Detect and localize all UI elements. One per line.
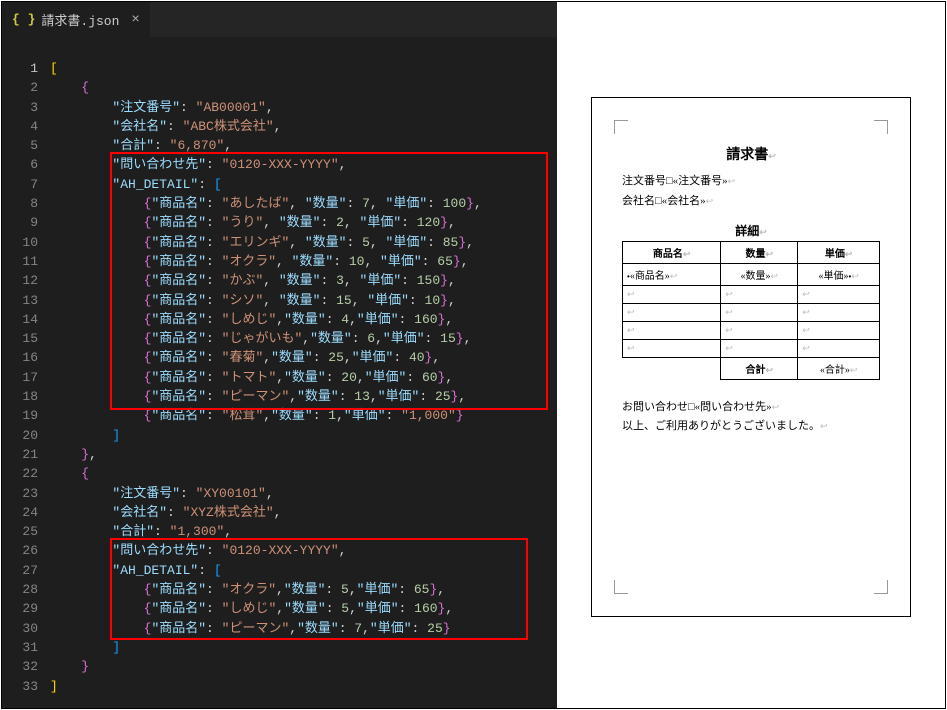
crop-mark [874,580,888,594]
code-editor[interactable]: 1 23 45 67 89 1011 1213 1415 1617 1819 2… [2,37,557,708]
tab-filename: 請求書.json [41,10,119,29]
json-icon: { } [12,12,35,27]
line-gutter: 1 23 45 67 89 1011 1213 1415 1617 1819 2… [2,37,50,708]
editor-pane: { } 請求書.json × 1 23 45 67 89 1011 1213 1… [2,2,557,708]
document-preview: 請求書↩ 注文番号□«注文番号»↩ 会社名□«会社名»↩ 詳細↩ 商品名↩数量↩… [591,97,911,617]
doc-detail-heading: 詳細↩ [622,222,880,239]
doc-company-line: 会社名□«会社名»↩ [622,192,880,208]
doc-table: 商品名↩数量↩単価↩ •«商品名»↩«数量»↩«単価»•↩ ↩↩↩ ↩↩↩ ↩↩… [622,241,880,380]
highlight-box-1 [110,152,548,410]
file-tab[interactable]: { } 請求書.json × [2,2,150,37]
doc-title: 請求書↩ [622,144,880,164]
doc-contact-line: お問い合わせ□«問い合わせ先»↩ [622,398,880,417]
crop-mark [874,120,888,134]
preview-pane: 請求書↩ 注文番号□«注文番号»↩ 会社名□«会社名»↩ 詳細↩ 商品名↩数量↩… [557,2,945,708]
close-icon[interactable]: × [131,12,139,28]
app-root: { } 請求書.json × 1 23 45 67 89 1011 1213 1… [1,1,946,709]
code-content[interactable]: [ { "注文番号": "AB00001", "会社名": "ABC株式会社",… [50,37,557,708]
highlight-box-2 [110,538,528,640]
crop-mark [614,120,628,134]
doc-footer-line: 以上、ご利用ありがとうございました。↩ [622,417,880,436]
crop-mark [614,580,628,594]
tab-bar: { } 請求書.json × [2,2,557,37]
doc-order-line: 注文番号□«注文番号»↩ [622,172,880,188]
